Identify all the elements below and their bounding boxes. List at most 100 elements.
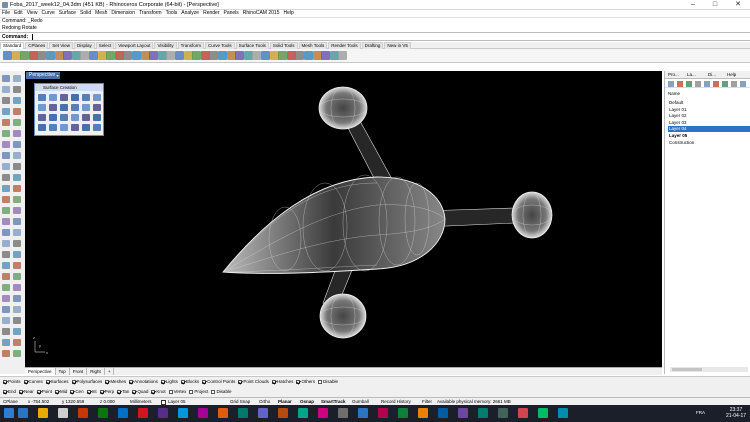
left-tool-icon[interactable]: [13, 218, 21, 225]
right-panel-tab[interactable]: La...: [687, 71, 696, 79]
surface-tool-icon[interactable]: [71, 124, 79, 131]
taskbar-app-icon[interactable]: [518, 408, 528, 418]
menu-item[interactable]: Help: [281, 10, 295, 17]
taskbar-app-icon[interactable]: [538, 408, 548, 418]
taskbar-app-icon[interactable]: [278, 408, 288, 418]
left-tool-icon[interactable]: [2, 306, 10, 313]
taskbar-app-icon[interactable]: [38, 408, 48, 418]
menu-item[interactable]: View: [25, 10, 40, 17]
left-tool-icon[interactable]: [2, 97, 10, 104]
left-tool-icon[interactable]: [2, 185, 10, 192]
checkbox[interactable]: [132, 390, 137, 394]
surface-tool-icon[interactable]: [38, 104, 46, 111]
menu-item[interactable]: Panels: [222, 10, 241, 17]
taskbar-app-icon[interactable]: [198, 408, 208, 418]
menu-item[interactable]: Transform: [137, 10, 164, 17]
menu-item[interactable]: Solid: [78, 10, 93, 17]
left-tool-icon[interactable]: [13, 108, 21, 115]
menu-item[interactable]: Dimension: [109, 10, 137, 17]
menu-item[interactable]: Mesh: [93, 10, 109, 17]
surface-tool-icon[interactable]: [82, 114, 90, 121]
left-tool-icon[interactable]: [2, 240, 10, 247]
left-tool-icon[interactable]: [2, 317, 10, 324]
minimize-button[interactable]: –: [682, 0, 704, 9]
toolbar-tool-icon[interactable]: [46, 51, 55, 60]
left-tool-icon[interactable]: [13, 196, 21, 203]
surface-tool-icon[interactable]: [60, 94, 68, 101]
checkbox[interactable]: [99, 390, 104, 394]
taskbar-app-icon[interactable]: [458, 408, 468, 418]
viewport-menu-chevron-icon[interactable]: ▾: [55, 72, 60, 79]
left-tool-icon[interactable]: [2, 251, 10, 258]
toolbar-tab[interactable]: Mesh Tools: [298, 42, 328, 49]
left-tool-icon[interactable]: [2, 295, 10, 302]
taskbar-app-icon[interactable]: [58, 408, 68, 418]
taskbar-app-icon[interactable]: [138, 408, 148, 418]
surface-tool-icon[interactable]: [60, 104, 68, 111]
layer-tool-icon[interactable]: [731, 80, 737, 87]
left-tool-icon[interactable]: [13, 174, 21, 181]
toolbar-tool-icon[interactable]: [132, 51, 141, 60]
viewport-label[interactable]: Perspective: [26, 72, 59, 79]
layer-tool-icon[interactable]: [695, 80, 701, 87]
left-tool-icon[interactable]: [2, 75, 10, 82]
taskbar-app-icon[interactable]: [218, 408, 228, 418]
viewport-tab[interactable]: Front: [70, 368, 88, 375]
close-button[interactable]: ✕: [727, 0, 749, 9]
right-panel-tab[interactable]: Help: [727, 71, 736, 79]
layer-tool-icon[interactable]: [668, 80, 674, 87]
surface-tool-icon[interactable]: [71, 94, 79, 101]
checkbox[interactable]: [180, 380, 185, 384]
checkbox[interactable]: [211, 390, 216, 394]
left-tool-icon[interactable]: [2, 86, 10, 93]
start-icon[interactable]: [4, 408, 14, 418]
left-tool-icon[interactable]: [13, 97, 21, 104]
menu-item[interactable]: Edit: [12, 10, 25, 17]
taskbar-app-icon[interactable]: [478, 408, 488, 418]
toolbar-tab[interactable]: Set View: [49, 42, 73, 49]
toolbar-tab[interactable]: New in V5: [384, 42, 411, 49]
checkbox[interactable]: [36, 390, 41, 394]
perspective-viewport[interactable]: x z y: [25, 71, 662, 367]
viewport-tab[interactable]: +: [105, 368, 115, 375]
checkbox[interactable]: [151, 390, 156, 394]
left-tool-icon[interactable]: [13, 339, 21, 346]
taskbar-app-icon[interactable]: [378, 408, 388, 418]
layer-tool-icon[interactable]: [677, 80, 683, 87]
left-tool-icon[interactable]: [2, 130, 10, 137]
left-tool-icon[interactable]: [13, 284, 21, 291]
checkbox[interactable]: [189, 390, 194, 394]
right-panel-tab[interactable]: Di...: [708, 71, 716, 79]
menu-item[interactable]: RhinoCAM 2015: [241, 10, 282, 17]
checkbox[interactable]: [238, 380, 243, 384]
surface-tool-icon[interactable]: [93, 114, 101, 121]
left-tool-icon[interactable]: [13, 119, 21, 126]
toolbar-tool-icon[interactable]: [278, 51, 288, 60]
toolbar-tab[interactable]: Transform: [177, 42, 204, 49]
taskbar-app-icon[interactable]: [78, 408, 88, 418]
layer-tool-icon[interactable]: [722, 80, 728, 87]
toolbar-tab[interactable]: Viewport Layout: [115, 42, 154, 49]
toolbar-tab[interactable]: Solid Tools: [269, 42, 298, 49]
left-tool-icon[interactable]: [13, 262, 21, 269]
layer-tool-icon[interactable]: [704, 80, 710, 87]
checkbox[interactable]: [296, 380, 301, 384]
surface-tool-icon[interactable]: [38, 94, 46, 101]
surface-tool-icon[interactable]: [49, 114, 57, 121]
left-tool-icon[interactable]: [13, 130, 21, 137]
surface-tool-icon[interactable]: [82, 124, 90, 131]
left-tool-icon[interactable]: [2, 262, 10, 269]
checkbox[interactable]: [23, 380, 28, 384]
layer-tool-icon[interactable]: [713, 80, 719, 87]
toolbar-tab[interactable]: CPlanes: [25, 42, 49, 49]
viewport-tab[interactable]: Right: [87, 368, 105, 375]
taskbar-app-icon[interactable]: [98, 408, 108, 418]
right-panel-tab[interactable]: Pro...: [668, 71, 679, 79]
taskbar-app-icon[interactable]: [418, 408, 428, 418]
checkbox[interactable]: [271, 380, 276, 384]
surface-tool-icon[interactable]: [38, 114, 46, 121]
left-tool-icon[interactable]: [13, 317, 21, 324]
menu-item[interactable]: Surface: [57, 10, 78, 17]
taskbar-app-icon[interactable]: [558, 408, 568, 418]
surface-tool-icon[interactable]: [93, 104, 101, 111]
